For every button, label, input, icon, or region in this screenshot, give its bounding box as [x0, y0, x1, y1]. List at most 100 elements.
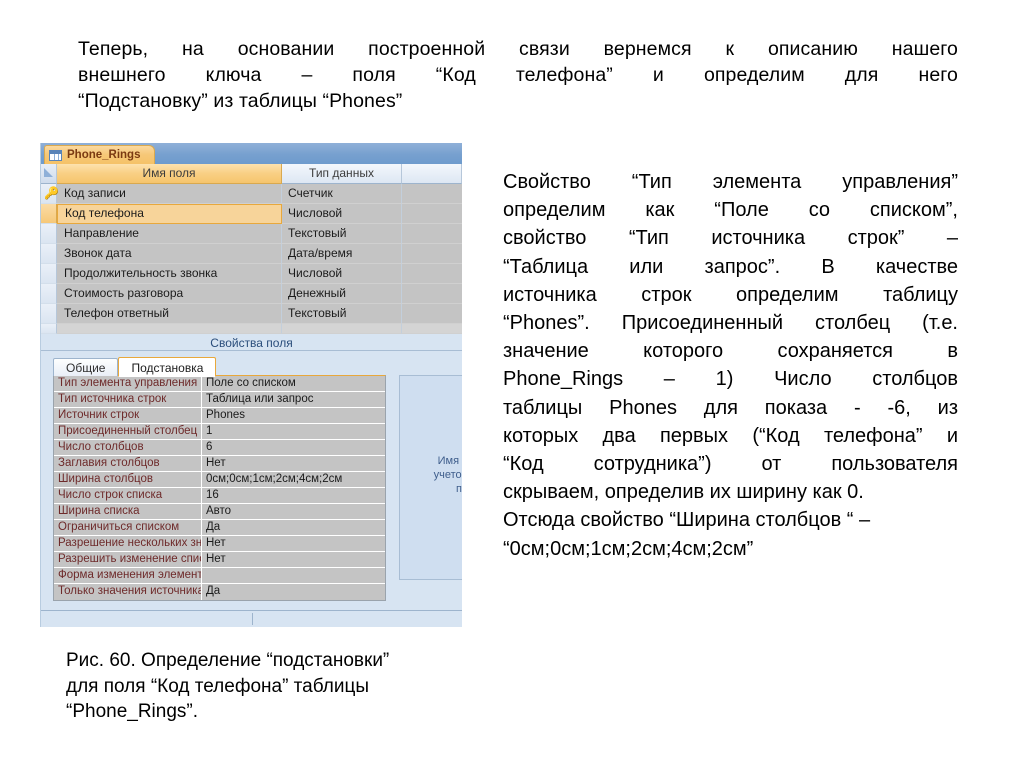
property-row[interactable]: Только значения источника Да — [54, 584, 385, 600]
description-cell[interactable] — [402, 204, 462, 224]
data-type-cell[interactable]: Дата/время — [282, 244, 402, 264]
property-value[interactable]: Нет — [202, 456, 385, 471]
primary-key-icon: 🔑 — [44, 186, 59, 200]
description-cell[interactable] — [402, 244, 462, 264]
property-label: Число столбцов — [54, 440, 202, 455]
field-name-cell[interactable]: Звонок дата — [57, 244, 282, 264]
property-row[interactable]: Тип элемента управления Поле со списком — [54, 376, 385, 392]
data-type-cell[interactable]: Числовой — [282, 204, 402, 224]
row-selector[interactable]: 🔑 — [41, 184, 59, 204]
table-row[interactable]: Стоимость разговора Денежный — [41, 284, 462, 304]
field-name-cell[interactable]: Продолжительность звонка — [57, 264, 282, 284]
table-row[interactable]: Направление Текстовый — [41, 224, 462, 244]
intro-line-2: внешнего ключа – поля “Код телефона” и о… — [78, 64, 958, 86]
description-cell[interactable] — [402, 284, 462, 304]
property-value[interactable]: 6 — [202, 440, 385, 455]
document-tab-label: Phone_Rings — [67, 149, 141, 161]
tab-general[interactable]: Общие — [53, 358, 119, 376]
field-name-cell[interactable]: Код записи — [57, 184, 282, 204]
data-type-cell[interactable] — [282, 324, 402, 334]
field-name-cell[interactable]: Стоимость разговора — [57, 284, 282, 304]
description-cell[interactable] — [402, 304, 462, 324]
description-cell[interactable] — [402, 324, 462, 334]
property-value[interactable]: Да — [202, 520, 385, 535]
property-label: Присоединенный столбец — [54, 424, 202, 439]
row-selector[interactable] — [41, 304, 57, 324]
tab-lookup[interactable]: Подстановка — [118, 357, 217, 377]
data-type-cell[interactable]: Денежный — [282, 284, 402, 304]
table-row[interactable]: 🔑 Код записи Счетчик — [41, 184, 462, 204]
table-row-empty[interactable] — [41, 324, 462, 334]
property-row[interactable]: Число столбцов 6 — [54, 440, 385, 456]
explanation-column: Свойство “Тип элемента управления” опред… — [503, 168, 958, 563]
data-type-cell[interactable]: Текстовый — [282, 224, 402, 244]
table-row[interactable]: Звонок дата Дата/время — [41, 244, 462, 264]
property-row[interactable]: Разрешить изменение списка значений Нет — [54, 552, 385, 568]
field-name-cell[interactable] — [57, 324, 282, 334]
description-cell[interactable] — [402, 184, 462, 204]
property-row[interactable]: Число строк списка 16 — [54, 488, 385, 504]
property-label: Заглавия столбцов — [54, 456, 202, 471]
property-value[interactable]: Нет — [202, 552, 385, 567]
description-cell[interactable] — [402, 264, 462, 284]
table-row[interactable]: Телефон ответный Текстовый — [41, 304, 462, 324]
property-row[interactable]: Ограничиться списком Да — [54, 520, 385, 536]
field-design-grid[interactable]: Имя поля Тип данных 🔑 Код записи Счетчик… — [41, 164, 462, 334]
data-type-cell[interactable]: Текстовый — [282, 304, 402, 324]
property-value[interactable]: Phones — [202, 408, 385, 423]
document-tab-phone-rings[interactable]: Phone_Rings — [44, 145, 156, 164]
property-hint-box: Имя пол учетом пр п — [399, 375, 462, 580]
explanation-line-4: “Таблица или запрос”. В качестве — [503, 255, 958, 278]
property-value[interactable] — [202, 568, 385, 583]
explanation-line-12: скрываем, определив их ширину как 0. — [503, 481, 864, 504]
property-value[interactable]: 16 — [202, 488, 385, 503]
row-selector[interactable] — [41, 224, 57, 244]
column-header-data-type[interactable]: Тип данных — [282, 164, 402, 184]
property-label: Источник строк — [54, 408, 202, 423]
caption-line-3: “Phone_Rings”. — [66, 701, 199, 722]
row-selector[interactable] — [41, 284, 57, 304]
property-label: Форма изменения элементов списка — [54, 568, 202, 583]
hint-line-2: учетом пр — [433, 469, 462, 481]
description-cell[interactable] — [402, 224, 462, 244]
property-row[interactable]: Тип источника строк Таблица или запрос — [54, 392, 385, 408]
field-name-cell[interactable]: Направление — [57, 224, 282, 244]
row-selector[interactable] — [41, 204, 57, 224]
access-design-view-window[interactable]: Phone_Rings Имя поля Тип данных 🔑 Код за… — [40, 143, 462, 627]
field-name-cell[interactable]: Код телефона — [57, 204, 282, 224]
column-header-field-name[interactable]: Имя поля — [57, 164, 282, 184]
explanation-line-14: “0см;0см;1см;2см;4см;2см” — [503, 537, 754, 560]
property-value[interactable]: Да — [202, 584, 385, 600]
property-row[interactable]: Присоединенный столбец 1 — [54, 424, 385, 440]
column-header-description[interactable] — [402, 164, 462, 184]
row-selector[interactable] — [41, 324, 57, 334]
lookup-property-grid[interactable]: Тип элемента управления Поле со списком … — [53, 375, 386, 601]
property-row[interactable]: Форма изменения элементов списка — [54, 568, 385, 584]
property-row[interactable]: Источник строк Phones — [54, 408, 385, 424]
data-type-cell[interactable]: Числовой — [282, 264, 402, 284]
property-value[interactable]: Нет — [202, 536, 385, 551]
table-row-selected[interactable]: Код телефона Числовой — [41, 204, 462, 224]
explanation-line-5: источника строк определим таблицу — [503, 283, 958, 306]
property-value[interactable]: 0см;0см;1см;2см;4см;2см — [202, 472, 385, 487]
field-properties-pane: Общие Подстановка Тип элемента управлени… — [41, 351, 462, 604]
data-type-cell[interactable]: Счетчик — [282, 184, 402, 204]
property-value[interactable]: Поле со списком — [202, 376, 385, 391]
property-row[interactable]: Заглавия столбцов Нет — [54, 456, 385, 472]
property-label: Ширина списка — [54, 504, 202, 519]
property-label: Тип источника строк — [54, 392, 202, 407]
property-value[interactable]: Авто — [202, 504, 385, 519]
property-value[interactable]: Таблица или запрос — [202, 392, 385, 407]
explanation-line-8: Phone_Rings – 1) Число столбцов — [503, 368, 958, 391]
table-row[interactable]: Продолжительность звонка Числовой — [41, 264, 462, 284]
field-name-cell[interactable]: Телефон ответный — [57, 304, 282, 324]
property-label: Число строк списка — [54, 488, 202, 503]
select-all-corner-icon[interactable] — [41, 164, 57, 184]
row-selector[interactable] — [41, 244, 57, 264]
property-row[interactable]: Разрешение нескольких значений Нет — [54, 536, 385, 552]
property-label: Ограничиться списком — [54, 520, 202, 535]
property-value[interactable]: 1 — [202, 424, 385, 439]
property-row[interactable]: Ширина списка Авто — [54, 504, 385, 520]
property-row[interactable]: Ширина столбцов 0см;0см;1см;2см;4см;2см — [54, 472, 385, 488]
row-selector[interactable] — [41, 264, 57, 284]
